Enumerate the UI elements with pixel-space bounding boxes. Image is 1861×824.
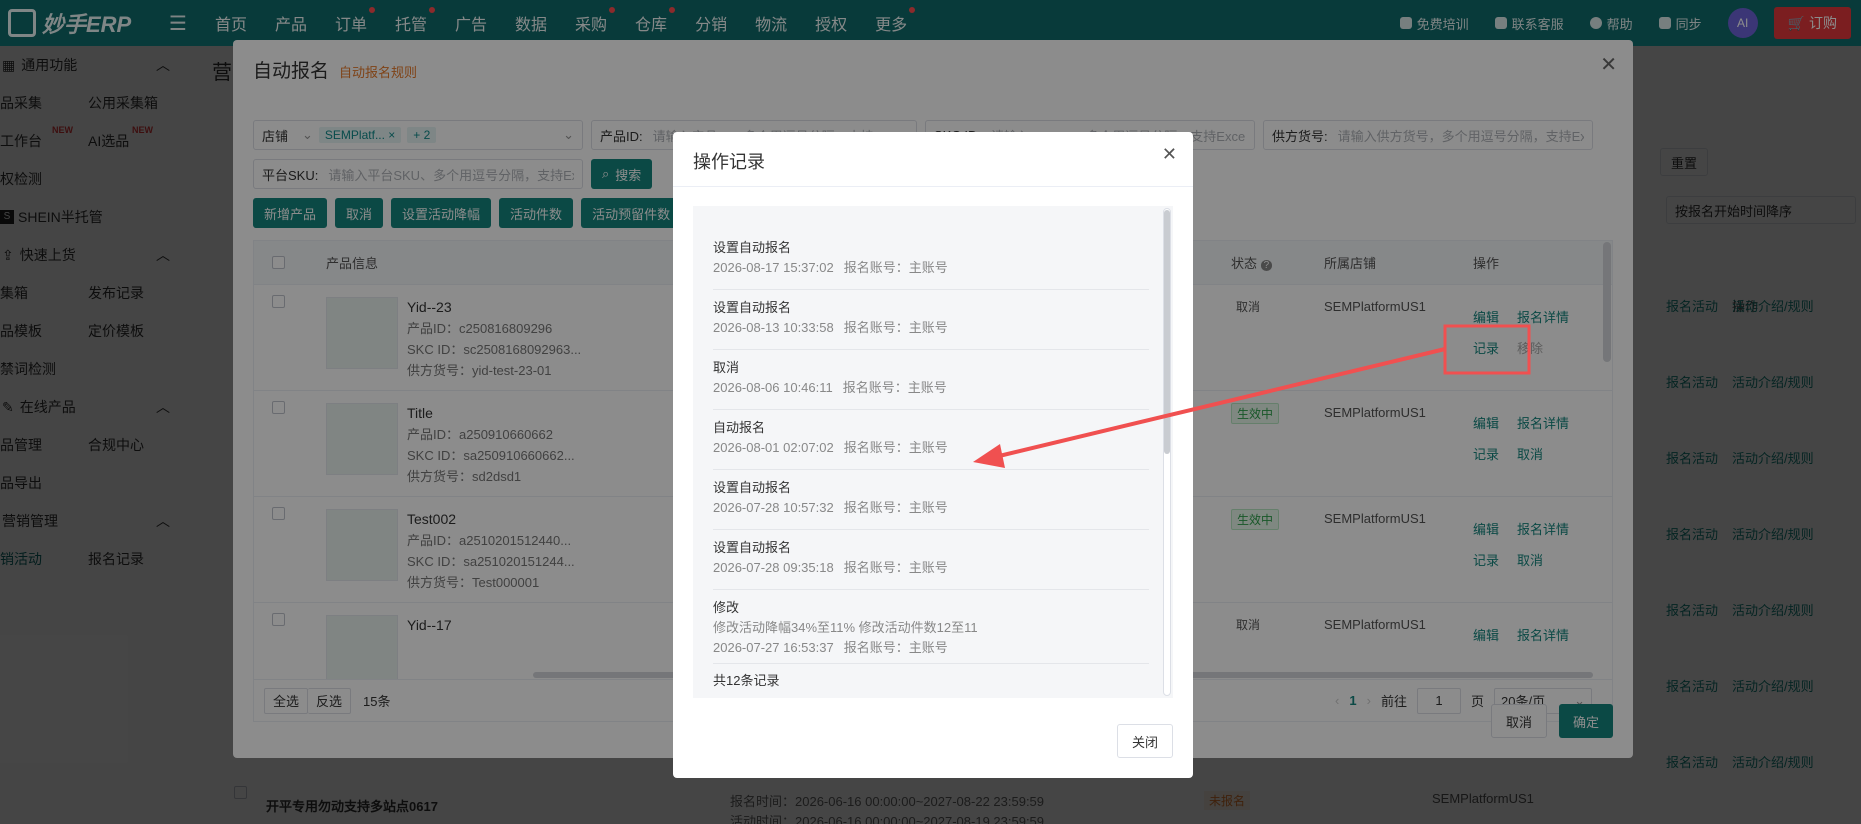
log-action: 取消	[713, 360, 740, 375]
log-action: 设置自动报名	[713, 540, 792, 555]
log-account: 报名账号：主账号	[843, 260, 948, 275]
close-button[interactable]: 关闭	[1116, 724, 1173, 758]
log-account: 报名账号：主账号	[842, 380, 947, 395]
log-account: 报名账号：主账号	[843, 440, 948, 455]
log-list-container: 设置自动报名 2026-08-17 15:37:02 报名账号：主账号 设置自动报名 2…	[693, 206, 1173, 698]
log-account: 报名账号：主账号	[843, 640, 948, 655]
log-time: 2026-07-28 09:35:18	[713, 560, 834, 575]
log-scrollbar-thumb[interactable]	[1164, 210, 1170, 454]
close-icon[interactable]: ✕	[1162, 144, 1177, 165]
log-time: 2026-08-06 10:46:11	[713, 380, 833, 395]
dialog-title: 操作记录	[693, 152, 765, 172]
log-time: 2026-08-17 15:37:02	[713, 260, 834, 275]
log-time: 2026-08-01 02:07:02	[713, 440, 834, 455]
operation-log-dialog: 操作记录 ✕ 设置自动报名 2026-08-17 15:37:02 报名账号：主账号…	[673, 132, 1193, 778]
log-account: 报名账号：主账号	[843, 320, 948, 335]
log-item: 设置自动报名 2026-07-28 10:57:32 报名账号：主账号	[713, 470, 1149, 530]
log-total: 共12条记录	[713, 673, 780, 688]
log-account: 报名账号：主账号	[843, 560, 948, 575]
log-item: 设置自动报名 2026-08-13 10:33:58 报名账号：主账号	[713, 290, 1149, 350]
log-account: 报名账号：主账号	[843, 500, 948, 515]
divider	[673, 186, 1193, 187]
log-time: 2026-08-13 10:33:58	[713, 320, 834, 335]
log-item: 设置自动报名 2026-07-28 09:35:18 报名账号：主账号	[713, 530, 1149, 590]
log-time: 2026-07-28 10:57:32	[713, 500, 834, 515]
log-action: 设置自动报名	[713, 300, 792, 315]
log-action: 设置自动报名	[713, 240, 792, 255]
log-list: 设置自动报名 2026-08-17 15:37:02 报名账号：主账号 设置自动报名 2…	[713, 230, 1149, 664]
log-action: 修改	[713, 600, 740, 615]
log-action: 设置自动报名	[713, 480, 792, 495]
log-item: 修改修改活动降幅34%至11% 修改活动件数12至11 2026-07-27 16…	[713, 590, 1149, 664]
log-item: 自动报名 2026-08-01 02:07:02 报名账号：主账号	[713, 410, 1149, 470]
log-detail: 修改活动降幅34%至11% 修改活动件数12至11	[713, 620, 978, 635]
log-item: 设置自动报名 2026-08-17 15:37:02 报名账号：主账号	[713, 230, 1149, 290]
log-time: 2026-07-27 16:53:37	[713, 640, 834, 655]
log-action: 自动报名	[713, 420, 766, 435]
log-item: 取消 2026-08-06 10:46:11 报名账号：主账号	[713, 350, 1149, 410]
